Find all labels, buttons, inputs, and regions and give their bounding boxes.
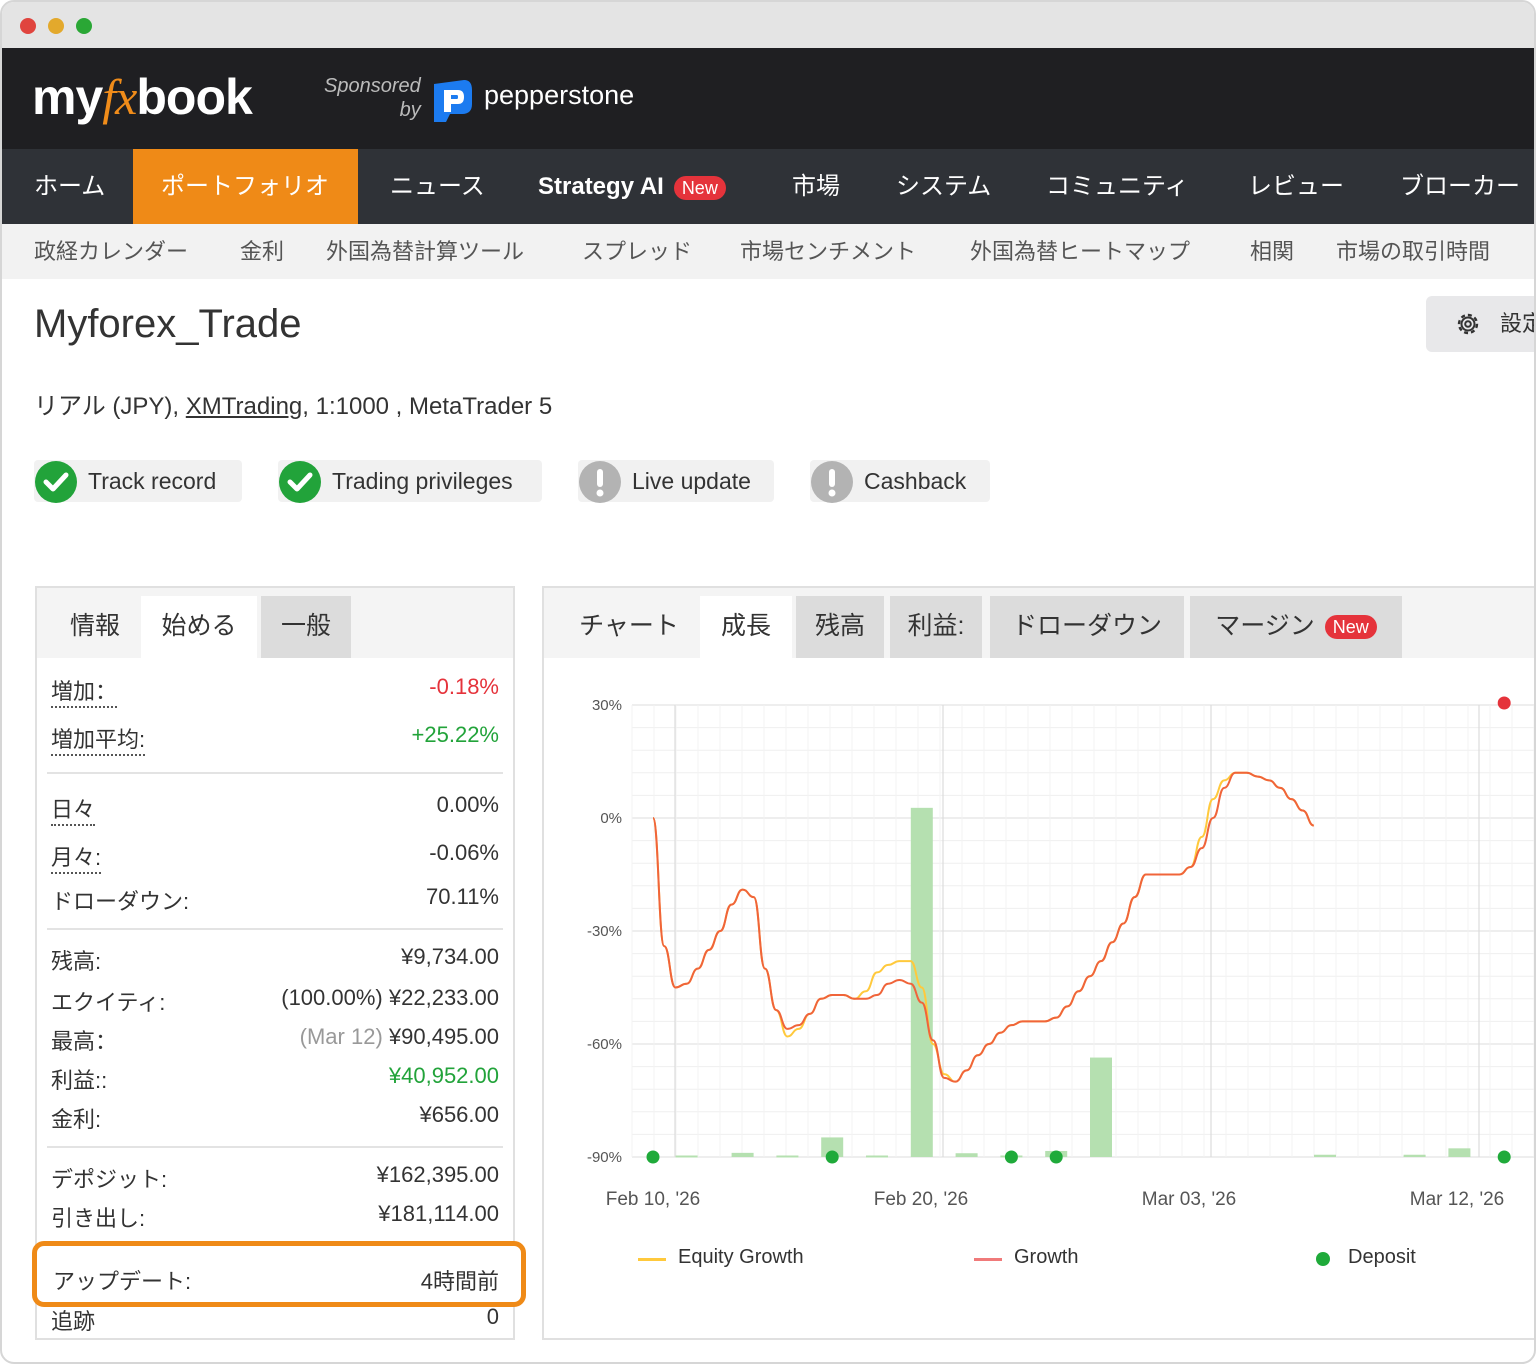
deposit-dot xyxy=(1497,1150,1511,1164)
x-tick-label: Mar 03, '26 xyxy=(1142,1189,1236,1210)
legend-label: Equity Growth xyxy=(678,1246,804,1268)
chart-bar xyxy=(1403,1154,1426,1157)
x-tick-label: Feb 20, '26 xyxy=(874,1189,968,1210)
chart-bar xyxy=(776,1155,799,1158)
y-tick-label: -30% xyxy=(587,923,622,940)
chart-bar xyxy=(675,1155,698,1158)
y-tick-label: -60% xyxy=(587,1036,622,1053)
chart-bar xyxy=(866,1155,888,1158)
deposit-dot xyxy=(1004,1150,1018,1164)
x-tick-label: Mar 12, '26 xyxy=(1410,1189,1504,1210)
chart-bar xyxy=(910,807,933,1157)
y-tick-label: 30% xyxy=(592,697,622,714)
growth-chart: 30% 0% -30% -60% -90% Feb 10, '26 Feb 20, '26 M… xyxy=(587,696,1534,1210)
legend-label: Deposit xyxy=(1348,1246,1416,1268)
y-tick-label: 0% xyxy=(600,810,622,827)
legend-dot xyxy=(1316,1252,1330,1266)
chart-bar xyxy=(1314,1154,1336,1157)
y-tick-label: -90% xyxy=(587,1149,622,1166)
legend-swatch xyxy=(974,1258,1002,1261)
chart-bar xyxy=(731,1152,754,1157)
chart-bar xyxy=(1448,1148,1471,1157)
legend-swatch xyxy=(638,1258,666,1261)
deposit-dot xyxy=(1049,1150,1063,1164)
series-line xyxy=(652,771,1315,1083)
deposit-dot xyxy=(825,1150,839,1164)
highest-marker xyxy=(1497,696,1511,710)
chart-bar xyxy=(955,1153,978,1157)
browser-window: myfxbook Sponsored by pepperstone ホーム ポート… xyxy=(0,0,1536,1364)
chart-bar xyxy=(1090,1057,1112,1157)
legend-label: Growth xyxy=(1014,1246,1079,1268)
x-tick-label: Feb 10, '26 xyxy=(606,1189,700,1210)
series-line xyxy=(652,771,1315,1083)
deposit-dot xyxy=(646,1150,660,1164)
